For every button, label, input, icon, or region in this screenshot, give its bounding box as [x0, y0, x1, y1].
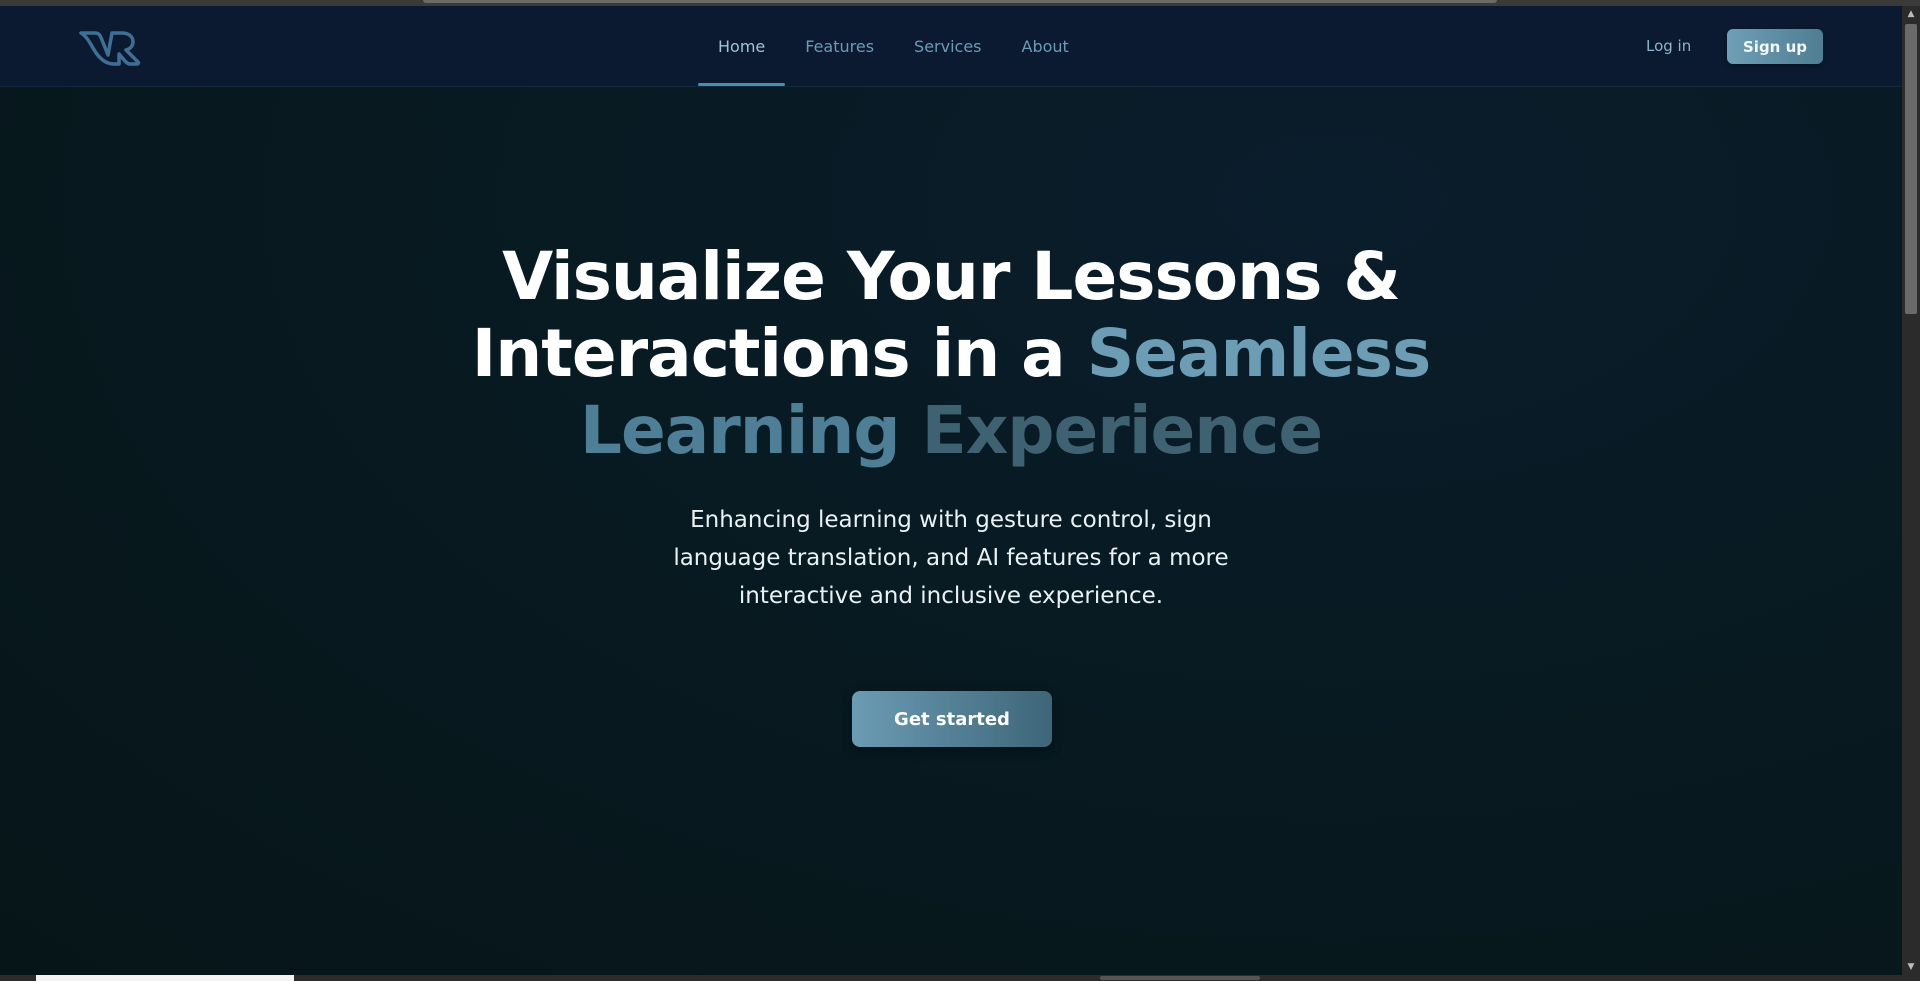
hero-title-line1: Visualize Your Lessons & [502, 238, 1401, 315]
hero-title-accent-seamless: Seamless [1086, 315, 1432, 392]
signup-button[interactable]: Sign up [1727, 29, 1823, 64]
nav-home[interactable]: Home [698, 6, 786, 86]
nav-features[interactable]: Features [785, 6, 894, 86]
scroll-down-arrow-icon[interactable]: ▼ [1902, 959, 1920, 975]
page: Home Features Services About Log in Sign… [0, 6, 1902, 975]
hero-subtitle: Enhancing learning with gesture control,… [673, 507, 1229, 609]
vertical-scroll-thumb[interactable] [1905, 24, 1917, 314]
nav-services-label: Services [914, 36, 982, 56]
nav-home-label: Home [718, 36, 766, 56]
get-started-button[interactable]: Get started [852, 691, 1052, 747]
scrollbar-corner [1902, 975, 1920, 981]
scroll-up-arrow-icon[interactable]: ▲ [1902, 6, 1920, 22]
nav-about-label: About [1021, 36, 1069, 56]
bottom-preview-strip [36, 975, 294, 981]
hero-title-accent-experience: Experience [921, 392, 1323, 469]
navbar: Home Features Services About Log in Sign… [0, 6, 1902, 87]
main-nav: Home Features Services About [698, 6, 1089, 86]
browser-tab-strip [423, 0, 1497, 3]
login-link[interactable]: Log in [1646, 32, 1691, 60]
nav-services[interactable]: Services [894, 6, 1001, 86]
vk-logo-icon [79, 31, 141, 66]
nav-about[interactable]: About [1002, 6, 1089, 86]
vk-logo[interactable] [78, 26, 146, 70]
vertical-scrollbar[interactable]: ▲ ▼ [1902, 6, 1920, 975]
nav-features-label: Features [805, 36, 875, 56]
horizontal-scroll-thumb[interactable] [1100, 976, 1260, 980]
hero-title: Visualize Your Lessons & Interactions in … [460, 238, 1442, 469]
hero-title-accent-learning: Learning [579, 392, 922, 469]
hero-title-line2: Interactions in a [471, 315, 1087, 392]
horizontal-scrollbar[interactable] [0, 975, 1902, 981]
